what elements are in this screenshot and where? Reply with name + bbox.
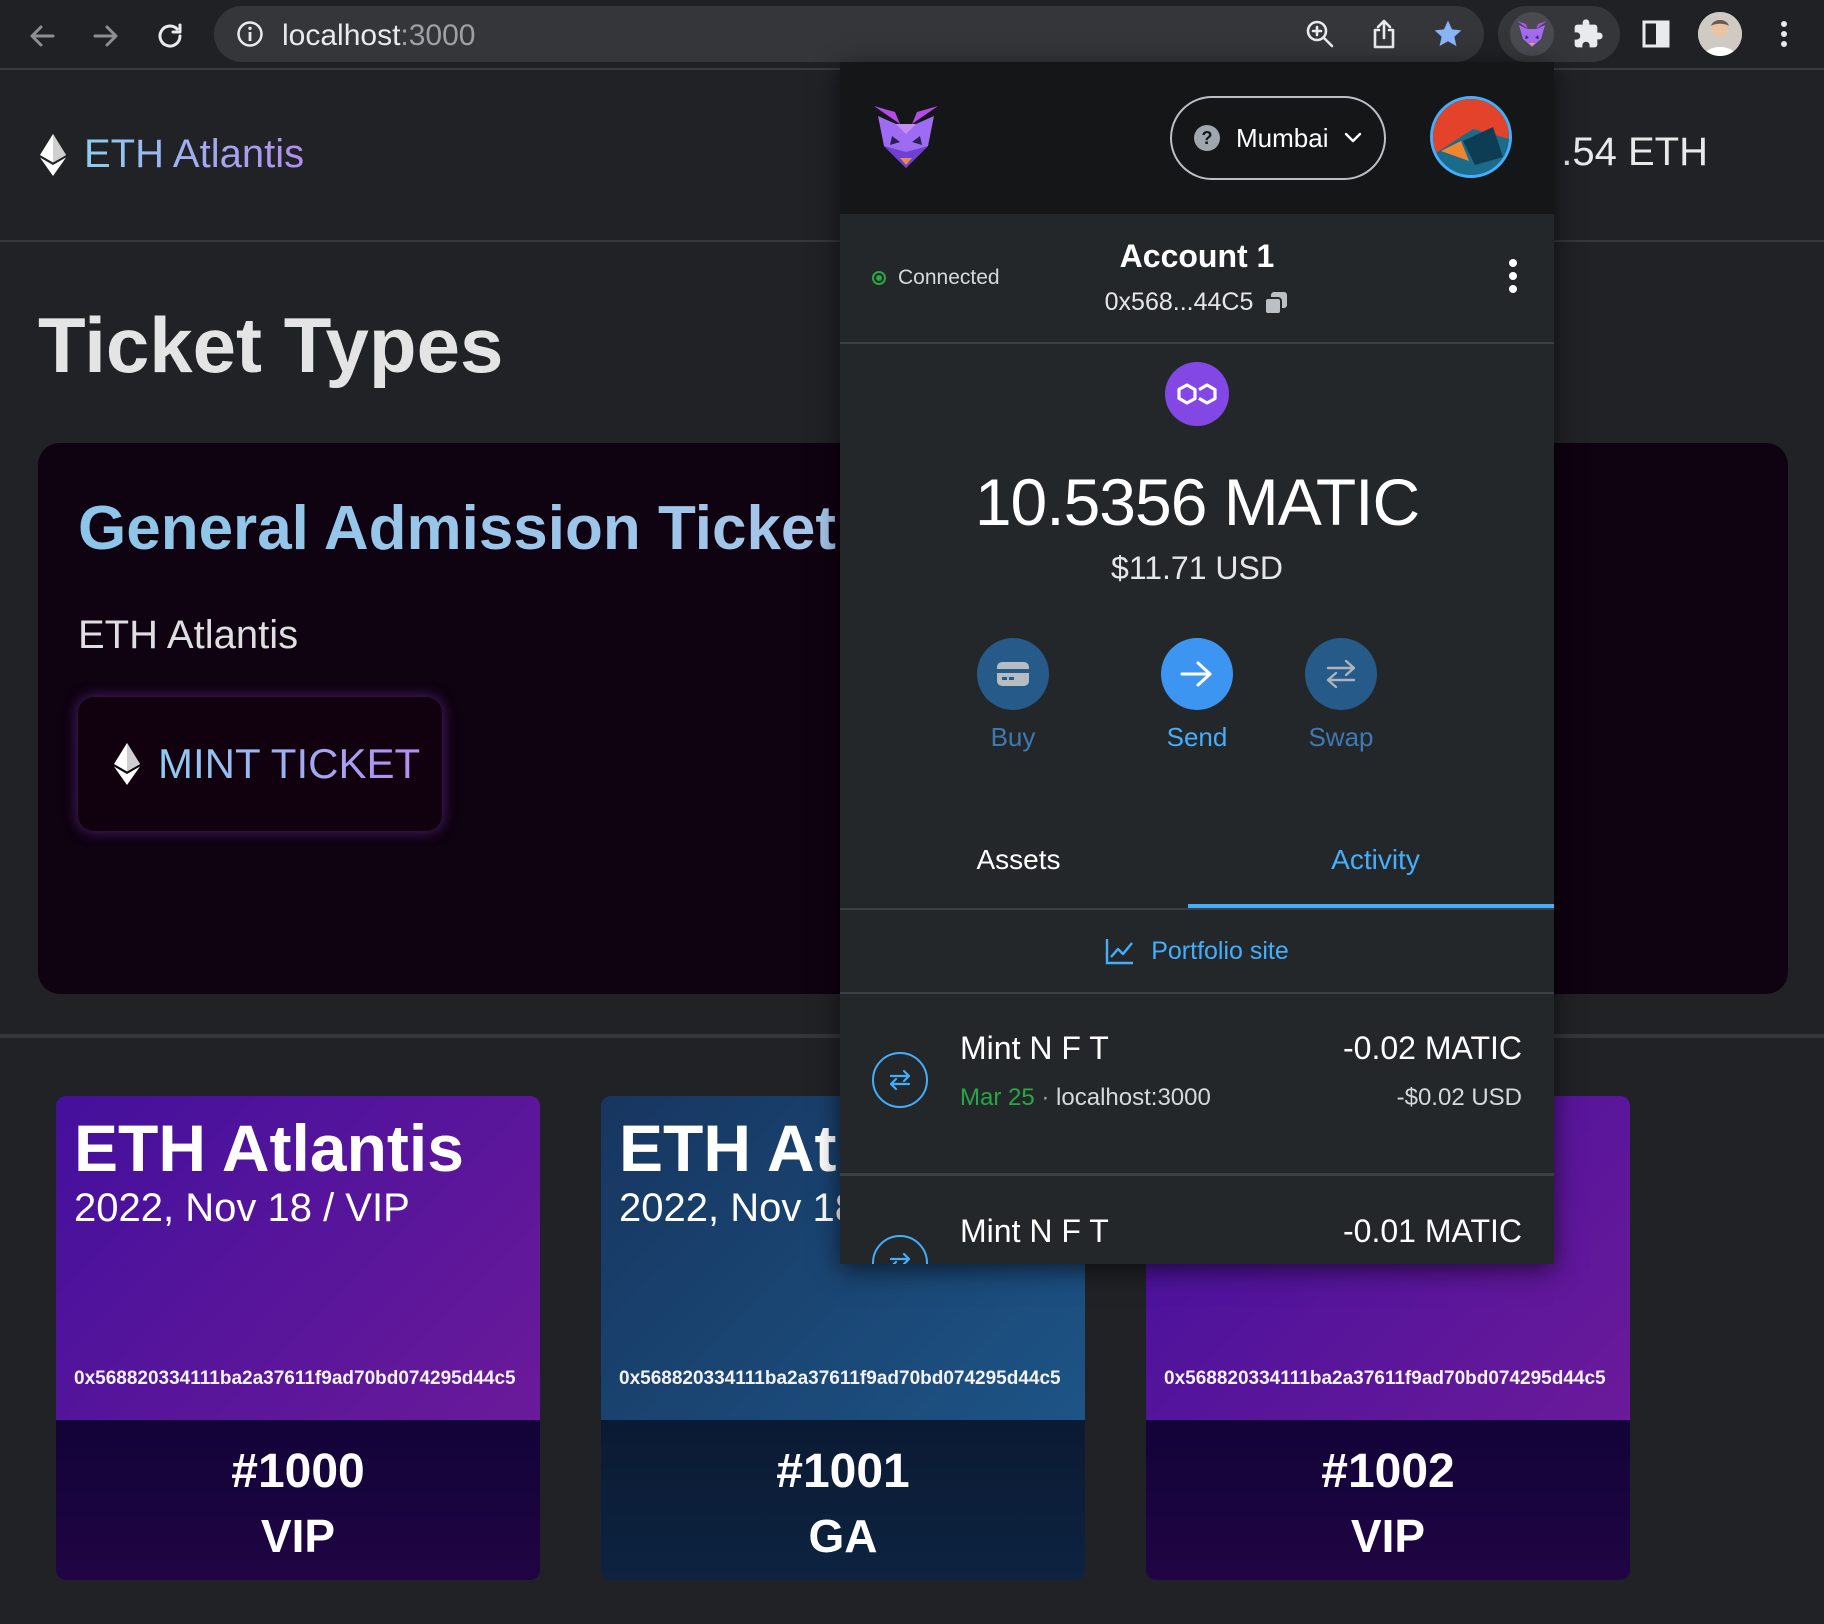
address-bar[interactable]: localhost:3000 bbox=[214, 6, 1484, 62]
brand-logo-link[interactable]: ETH Atlantis bbox=[40, 132, 304, 177]
metamask-popup: ? Mumbai Connected Account 1 0x568...44C… bbox=[840, 62, 1554, 1264]
nft-owner-address: 0x568820334111ba2a37611f9ad70bd074295d44… bbox=[1164, 1368, 1606, 1389]
active-tab-indicator bbox=[1188, 904, 1554, 908]
transaction-title: Mint N F T bbox=[960, 1030, 1109, 1066]
network-name: Mumbai bbox=[1236, 122, 1329, 153]
forward-arrow-icon[interactable] bbox=[84, 14, 128, 58]
nft-card-footer: #1001 GA bbox=[601, 1420, 1085, 1580]
eth-balance: .54 ETH bbox=[1561, 130, 1708, 174]
ticket-event-name: ETH Atlantis bbox=[78, 613, 299, 657]
polygon-token-icon bbox=[1165, 362, 1229, 426]
account-jazzicon-avatar[interactable] bbox=[1430, 96, 1512, 178]
nft-ticket-type: GA bbox=[808, 1510, 878, 1562]
nft-owner-address: 0x568820334111ba2a37611f9ad70bd074295d44… bbox=[619, 1368, 1061, 1389]
portfolio-site-label: Portfolio site bbox=[1151, 936, 1289, 965]
nft-ticket-type: VIP bbox=[260, 1510, 336, 1562]
account-name: Account 1 bbox=[1119, 238, 1275, 274]
url-text[interactable]: localhost:3000 bbox=[282, 19, 475, 53]
arrow-right-icon bbox=[1161, 638, 1233, 710]
chevron-down-icon bbox=[1345, 132, 1362, 143]
account-options-kebab-icon[interactable] bbox=[1508, 258, 1532, 302]
copy-icon bbox=[1264, 291, 1288, 315]
network-selector[interactable]: ? Mumbai bbox=[1170, 96, 1386, 180]
extension-pill bbox=[1498, 6, 1620, 62]
transaction-origin: localhost:3000 bbox=[1056, 1084, 1211, 1111]
transaction-date: Mar 25 bbox=[960, 1084, 1035, 1111]
browser-toolbar: localhost:3000 bbox=[0, 0, 1824, 70]
transaction-meta: Mar 25 · localhost:3000 bbox=[960, 1084, 1211, 1111]
metamask-fox-icon[interactable] bbox=[1510, 12, 1554, 56]
chart-line-icon bbox=[1106, 939, 1134, 965]
mint-ticket-button[interactable]: MINT TICKET bbox=[78, 697, 442, 831]
ticket-title: General Admission Ticket bbox=[78, 494, 837, 563]
transaction-amount: -0.02 MATIC bbox=[1343, 1030, 1522, 1066]
buy-button[interactable]: Buy bbox=[953, 638, 1073, 753]
transaction-title: Mint N F T bbox=[960, 1213, 1109, 1249]
tab-assets[interactable]: Assets bbox=[840, 810, 1197, 910]
reload-icon[interactable] bbox=[148, 14, 192, 58]
metamask-header: ? Mumbai bbox=[840, 62, 1554, 214]
ethereum-icon bbox=[40, 133, 66, 176]
nft-event-name: ETH Atl bbox=[619, 1111, 855, 1185]
account-address-copy[interactable]: 0x568...44C5 bbox=[840, 288, 1554, 317]
swap-arrows-icon bbox=[1305, 638, 1377, 710]
side-panel-icon[interactable] bbox=[1632, 10, 1680, 58]
ethereum-icon bbox=[114, 743, 140, 785]
card-icon bbox=[977, 638, 1049, 710]
portfolio-site-link[interactable]: Portfolio site bbox=[840, 910, 1554, 994]
puzzle-extensions-icon[interactable] bbox=[1568, 14, 1608, 54]
fiat-balance: $11.71 USD bbox=[1111, 550, 1283, 586]
more-vertical-icon[interactable] bbox=[1760, 10, 1808, 58]
nft-event-name: ETH Atlantis bbox=[74, 1111, 464, 1185]
account-address: 0x568...44C5 bbox=[1104, 288, 1254, 316]
account-bar: Connected Account 1 0x568...44C5 bbox=[840, 214, 1554, 344]
nft-token-number: #1002 bbox=[1321, 1445, 1455, 1498]
send-button[interactable]: Send bbox=[1137, 638, 1257, 753]
transaction-swap-icon bbox=[872, 1235, 928, 1264]
transaction-amount: -0.01 MATIC bbox=[1343, 1213, 1522, 1249]
send-label: Send bbox=[1166, 722, 1228, 752]
zoom-icon[interactable] bbox=[1296, 10, 1344, 58]
profile-avatar-icon[interactable] bbox=[1698, 12, 1742, 56]
back-arrow-icon[interactable] bbox=[20, 14, 64, 58]
nft-owner-address: 0x568820334111ba2a37611f9ad70bd074295d44… bbox=[74, 1368, 516, 1389]
page-title: Ticket Types bbox=[38, 301, 504, 389]
transaction-fiat-amount: -$0.02 USD bbox=[1396, 1084, 1522, 1111]
transaction-item[interactable]: Mint N F T -0.01 MATIC bbox=[840, 1179, 1554, 1264]
swap-label: Swap bbox=[1308, 722, 1374, 752]
wallet-tabs: Assets Activity bbox=[840, 810, 1554, 910]
nft-card-footer: #1000 VIP bbox=[56, 1420, 540, 1580]
nft-ticket-type: VIP bbox=[1350, 1510, 1426, 1562]
nft-card-footer: #1002 VIP bbox=[1146, 1420, 1630, 1580]
question-mark-icon: ? bbox=[1194, 125, 1220, 151]
transaction-item[interactable]: Mint N F T Mar 25 · localhost:3000 -0.02… bbox=[840, 996, 1554, 1176]
nft-token-number: #1000 bbox=[231, 1445, 365, 1498]
brand-name: ETH Atlantis bbox=[84, 132, 305, 176]
info-icon[interactable] bbox=[236, 20, 264, 48]
url-host: localhost bbox=[282, 19, 401, 52]
transaction-swap-icon bbox=[872, 1052, 928, 1108]
nft-card[interactable]: ETH Atlantis 2022, Nov 18 / VIP 0x568820… bbox=[56, 1096, 540, 1580]
nft-date: 2022, Nov 18 / VIP bbox=[74, 1186, 410, 1230]
nft-date: 2022, Nov 18 bbox=[619, 1186, 857, 1230]
url-port: :3000 bbox=[400, 19, 476, 52]
nft-token-number: #1001 bbox=[776, 1445, 910, 1498]
native-balance: 10.5356 MATIC bbox=[974, 465, 1420, 539]
buy-label: Buy bbox=[990, 722, 1036, 752]
tab-activity[interactable]: Activity bbox=[1197, 810, 1554, 910]
swap-button[interactable]: Swap bbox=[1281, 638, 1401, 753]
mint-ticket-label: MINT TICKET bbox=[158, 740, 421, 787]
share-icon[interactable] bbox=[1360, 10, 1408, 58]
metamask-logo-icon[interactable] bbox=[870, 104, 942, 172]
bookmark-star-icon[interactable] bbox=[1424, 10, 1472, 58]
nft-card-header: ETH Atlantis 2022, Nov 18 / VIP 0x568820… bbox=[56, 1096, 540, 1420]
